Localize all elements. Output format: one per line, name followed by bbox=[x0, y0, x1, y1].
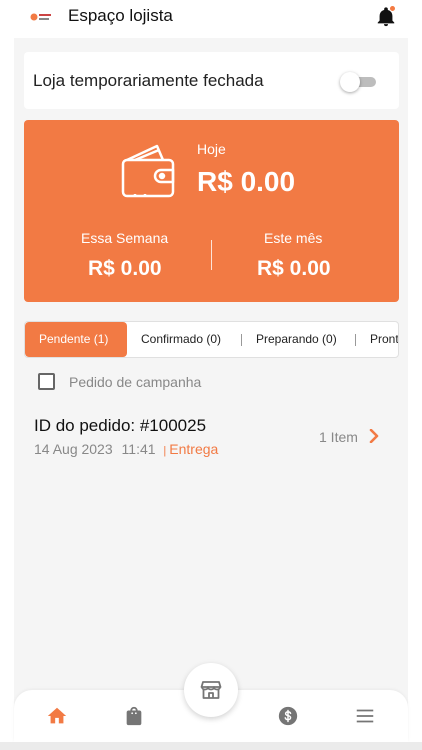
wallet-icon bbox=[121, 144, 175, 198]
store-center-button[interactable] bbox=[184, 663, 238, 717]
order-meta: 14 Aug 2023 11:41 | Entrega bbox=[34, 441, 218, 457]
today-value: R$ 0.00 bbox=[197, 166, 296, 197]
home-icon[interactable] bbox=[46, 705, 68, 727]
notification-badge bbox=[389, 5, 396, 12]
tab-divider bbox=[241, 334, 242, 346]
order-id: ID do pedido: #100025 bbox=[34, 416, 207, 435]
today-label: Hoje bbox=[197, 141, 226, 157]
campaign-label: Pedido de campanha bbox=[69, 374, 202, 390]
store-status-card: Loja temporariamente fechada bbox=[24, 52, 399, 109]
store-closed-toggle[interactable] bbox=[340, 72, 378, 92]
tab-pending[interactable]: Pendente (1) bbox=[25, 322, 127, 357]
order-date: 14 Aug 2023 bbox=[34, 441, 113, 457]
page-title: Espaço lojista bbox=[68, 6, 173, 25]
campaign-checkbox[interactable] bbox=[38, 373, 55, 390]
tab-divider bbox=[355, 334, 356, 346]
toggle-knob bbox=[340, 72, 360, 92]
week-value: R$ 0.00 bbox=[88, 257, 162, 280]
shopping-bag-icon[interactable] bbox=[123, 705, 145, 727]
store-icon bbox=[200, 681, 222, 699]
week-label: Essa Semana bbox=[81, 230, 169, 246]
app-header: Espaço lojista bbox=[0, 0, 422, 38]
store-logo-icon bbox=[30, 13, 51, 21]
menu-icon[interactable] bbox=[354, 705, 376, 727]
tab-ready[interactable]: Pront bbox=[370, 322, 398, 357]
order-delivery-type: Entrega bbox=[169, 441, 219, 457]
store-closed-label: Loja temporariamente fechada bbox=[33, 71, 264, 90]
order-row[interactable]: ID do pedido: #100025 14 Aug 2023 11:41 … bbox=[24, 408, 399, 468]
month-label: Este mês bbox=[264, 230, 323, 246]
order-time: 11:41 bbox=[121, 441, 156, 457]
month-value: R$ 0.00 bbox=[257, 257, 331, 280]
tab-confirmed[interactable]: Confirmado (0) bbox=[141, 322, 221, 357]
revenue-divider bbox=[211, 240, 212, 270]
order-item-count: 1 Item bbox=[319, 429, 358, 445]
tab-preparing[interactable]: Preparando (0) bbox=[256, 322, 337, 357]
dollar-icon[interactable] bbox=[277, 705, 299, 727]
chevron-right-icon[interactable] bbox=[368, 429, 380, 443]
order-status-tabs: Pendente (1) Confirmado (0) Preparando (… bbox=[24, 321, 399, 358]
system-bar bbox=[0, 742, 422, 750]
revenue-card: Hoje R$ 0.00 Essa Semana R$ 0.00 Este mê… bbox=[24, 120, 399, 302]
order-meta-separator: | bbox=[163, 445, 167, 457]
